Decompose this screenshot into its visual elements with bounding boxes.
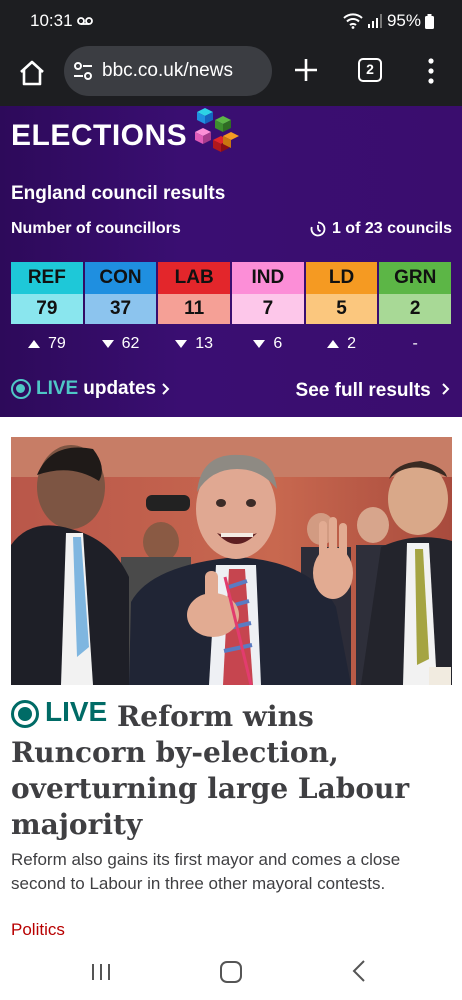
back-icon[interactable] (352, 960, 366, 982)
arrow-down-icon (101, 340, 114, 348)
live-icon (11, 379, 31, 399)
councillors-label: Number of councillors (11, 220, 181, 237)
party-name: IND (232, 262, 304, 294)
battery-icon (425, 13, 434, 29)
party-name: LD (305, 262, 378, 294)
live-updates-link[interactable]: LIVE updates (11, 378, 171, 400)
clock-icon (310, 221, 326, 237)
chevron-right-icon (442, 383, 450, 395)
party-change-value: - (412, 335, 418, 352)
url-text: bbc.co.uk/news (102, 60, 233, 81)
party-column-lab: LAB 11 13 (158, 262, 231, 364)
councils-count: 1 of 23 councils (310, 220, 452, 238)
party-change: - (379, 324, 451, 364)
party-seats: 7 (232, 294, 304, 324)
party-name: LAB (158, 262, 231, 294)
live-label: LIVE (36, 378, 79, 399)
party-change: 13 (158, 324, 230, 364)
live-icon (11, 700, 39, 728)
battery-percent: 95% (386, 11, 421, 30)
party-column-grn: GRN 2 - (379, 262, 452, 364)
recent-apps-icon[interactable] (90, 963, 112, 981)
elections-banner[interactable]: ELECTIONS England council results Number… (0, 106, 462, 417)
arrow-up-icon (27, 340, 40, 348)
plus-icon[interactable] (292, 56, 320, 84)
arrow-down-icon (253, 340, 266, 348)
address-bar[interactable]: bbc.co.uk/news (64, 46, 272, 96)
party-seats: 5 (305, 294, 378, 324)
see-full-results-link[interactable]: See full results (296, 380, 452, 402)
party-change-value: 13 (195, 335, 214, 352)
status-time: 10:31 (30, 11, 73, 30)
party-seats: 2 (379, 294, 452, 324)
article-tag-politics[interactable]: Politics (11, 920, 65, 940)
party-seats: 11 (158, 294, 231, 324)
elections-cubes-logo (195, 108, 239, 152)
arrow-up-icon (327, 340, 340, 348)
live-suffix: updates (83, 378, 157, 399)
home-icon[interactable] (18, 59, 46, 87)
arrow-down-icon (175, 340, 188, 348)
see-full-results-label: See full results (295, 380, 431, 401)
wifi-icon (343, 13, 363, 29)
home-nav-icon[interactable] (220, 961, 242, 983)
party-name: CON (84, 262, 157, 294)
system-nav-bar (0, 945, 462, 1000)
tabs-icon[interactable]: 2 (358, 58, 382, 82)
menu-dots-icon[interactable] (421, 56, 441, 86)
party-column-con: CON 37 62 (84, 262, 157, 364)
party-change: 2 (306, 324, 378, 364)
results-heading: England council results (11, 183, 226, 204)
party-column-ref: REF 79 79 (11, 262, 83, 364)
live-badge-label: LIVE (45, 696, 108, 727)
browser-toolbar: bbc.co.uk/news 2 (0, 44, 462, 106)
party-name: REF (11, 262, 83, 294)
party-change-value: 79 (47, 335, 66, 352)
party-change-value: 6 (273, 335, 283, 352)
party-change-value: 62 (121, 335, 140, 352)
article-headline-link[interactable]: LIVE Reform wins Runcorn by-election, ov… (11, 694, 451, 843)
live-badge: LIVE (11, 694, 107, 730)
party-change: 6 (232, 324, 304, 364)
signal-icon (367, 14, 382, 28)
party-change-value: 2 (347, 335, 356, 352)
tune-icon[interactable] (72, 60, 94, 82)
party-column-ld: LD 5 2 (305, 262, 378, 364)
party-seats: 79 (11, 294, 83, 324)
status-bar: 10:31 95% (0, 0, 462, 44)
party-change: 62 (85, 324, 157, 364)
article-summary: Reform also gains its first mayor and co… (11, 850, 401, 893)
chevron-right-icon (162, 383, 170, 395)
elections-title: ELECTIONS (11, 119, 188, 152)
voicemail-icon (77, 17, 93, 25)
councils-count-text: 1 of 23 councils (331, 220, 452, 237)
article-hero-image[interactable] (11, 437, 452, 685)
party-results-grid: REF 79 79 CON 37 62 LAB 11 13 IND 7 6 LD 5 2 GRN 2- (11, 262, 452, 364)
party-name: GRN (379, 262, 452, 294)
party-seats: 37 (84, 294, 157, 324)
party-change: 79 (11, 324, 83, 364)
party-column-ind: IND 7 6 (232, 262, 304, 364)
